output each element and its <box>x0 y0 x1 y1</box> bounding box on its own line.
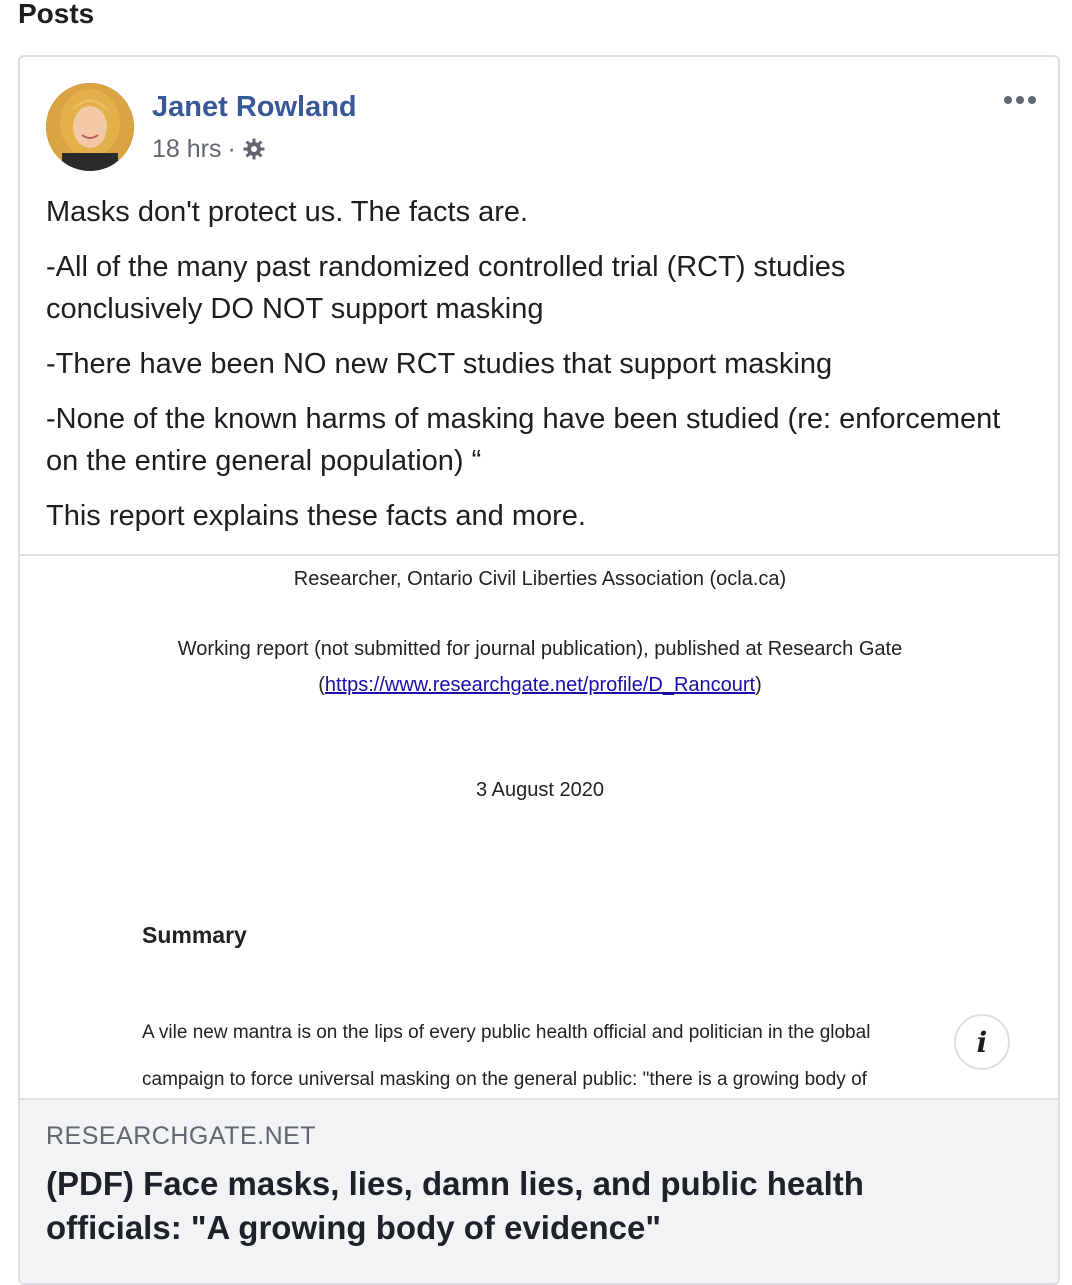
link-title[interactable]: (PDF) Face masks, lies, damn lies, and p… <box>46 1162 1006 1250</box>
more-dot-icon <box>1004 96 1012 104</box>
document-preview-image[interactable]: Researcher, Ontario Civil Liberties Asso… <box>20 556 1058 1098</box>
preview-report-note: Working report (not submitted for journa… <box>177 638 903 660</box>
post-timestamp[interactable]: 18 hrs <box>152 133 221 165</box>
post-body: Masks don't protect us. The facts are. -… <box>46 191 1006 550</box>
author-name-link[interactable]: Janet Rowland <box>152 89 357 125</box>
post-paragraph: -There have been NO new RCT studies that… <box>46 348 833 380</box>
preview-url-link: https://www.researchgate.net/profile/D_R… <box>324 674 756 696</box>
preview-link-open: ( <box>318 674 325 696</box>
post-paragraph: This report explains these facts and mor… <box>46 500 586 532</box>
preview-affiliation: Researcher, Ontario Civil Liberties Asso… <box>293 568 787 590</box>
post-paragraph: -None of the known harms of masking have… <box>46 403 1001 477</box>
preview-date: 3 August 2020 <box>476 779 604 801</box>
avatar-image <box>46 83 134 171</box>
post-paragraph: -All of the many past randomized control… <box>46 251 846 325</box>
preview-body-line: A vile new mantra is on the lips of ever… <box>142 1022 871 1043</box>
info-icon[interactable]: i <box>954 1014 1010 1070</box>
post-meta: 18 hrs · <box>152 133 266 165</box>
more-dot-icon <box>1016 96 1024 104</box>
meta-separator: · <box>227 135 236 163</box>
gear-icon[interactable] <box>242 137 266 161</box>
preview-link-close: ) <box>755 674 762 696</box>
post-card: Janet Rowland 18 hrs · Masks don't prote… <box>18 55 1060 1285</box>
avatar[interactable] <box>46 83 134 171</box>
more-dot-icon <box>1028 96 1036 104</box>
post-paragraph: Masks don't protect us. The facts are. <box>46 196 529 228</box>
link-domain: RESEARCHGATE.NET <box>46 1122 317 1150</box>
preview-summary-heading: Summary <box>142 922 247 948</box>
preview-link-line: (https://www.researchgate.net/profile/D_… <box>20 674 1058 697</box>
preview-body-line: campaign to force universal masking on t… <box>142 1069 867 1090</box>
more-options-button[interactable] <box>998 85 1042 115</box>
link-preview-card[interactable]: RESEARCHGATE.NET (PDF) Face masks, lies,… <box>20 1098 1058 1283</box>
section-title: Posts <box>18 0 95 29</box>
